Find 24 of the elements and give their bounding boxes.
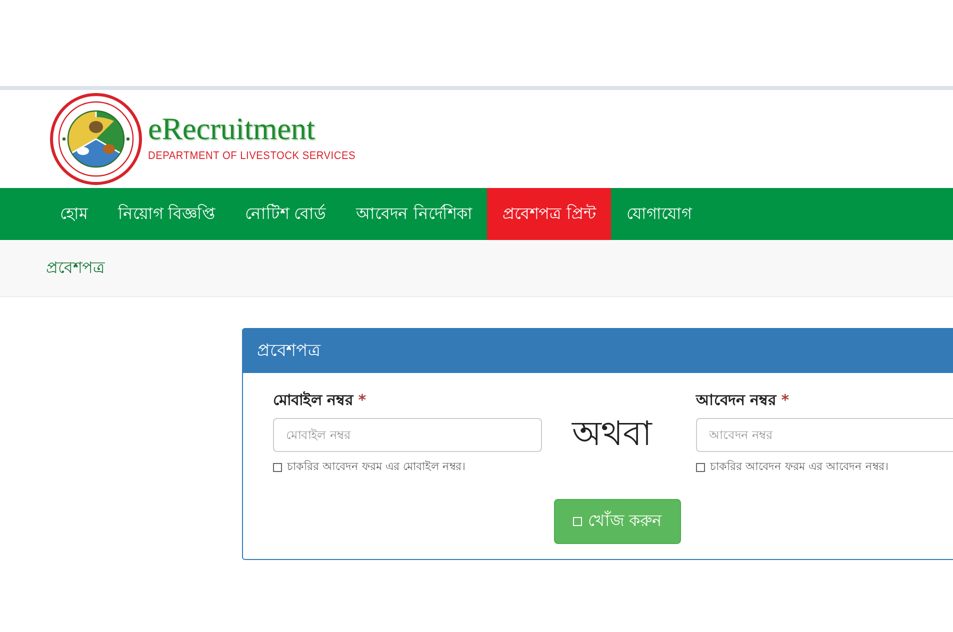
site-subtitle: DEPARTMENT OF LIVESTOCK SERVICES bbox=[148, 150, 356, 162]
field-label: মোবাইল নম্বর bbox=[273, 390, 354, 411]
search-button[interactable]: খোঁজ করুন bbox=[554, 499, 682, 544]
nav-link[interactable]: নিয়োগ বিজ্ঞপ্তি bbox=[103, 188, 230, 240]
help-text: চাকরির আবেদন ফরম এর আবেদন নম্বর। bbox=[710, 459, 888, 475]
nav-link[interactable]: নোটিশ বোর্ড bbox=[230, 188, 342, 240]
nav-link[interactable]: হোম bbox=[45, 188, 103, 240]
nav-link[interactable]: যোগাযোগ bbox=[611, 188, 706, 240]
square-icon bbox=[573, 517, 582, 526]
square-icon bbox=[696, 463, 705, 472]
help-text: চাকরির আবেদন ফরম এর মোবাইল নম্বর। bbox=[287, 459, 466, 475]
logo-emblem-icon bbox=[50, 93, 142, 185]
breadcrumb-text: প্রবেশপত্র bbox=[46, 256, 105, 278]
required-mark: * bbox=[358, 391, 366, 409]
required-mark: * bbox=[781, 391, 790, 409]
field-label: আবেদন নম্বর bbox=[696, 390, 776, 411]
square-icon bbox=[273, 463, 282, 472]
input-field[interactable]: মোবাইল নম্বর bbox=[273, 418, 542, 452]
site-title: eRecruitment bbox=[148, 112, 316, 146]
nav-link[interactable]: আবেদন নির্দেশিকা bbox=[341, 188, 488, 240]
panel-title: প্রবেশপত্র bbox=[257, 340, 320, 363]
input-field[interactable]: আবেদন নম্বর bbox=[696, 418, 953, 452]
or-separator: অথবা bbox=[572, 414, 652, 454]
nav-link[interactable]: প্রবেশপত্র প্রিন্ট bbox=[487, 188, 612, 240]
